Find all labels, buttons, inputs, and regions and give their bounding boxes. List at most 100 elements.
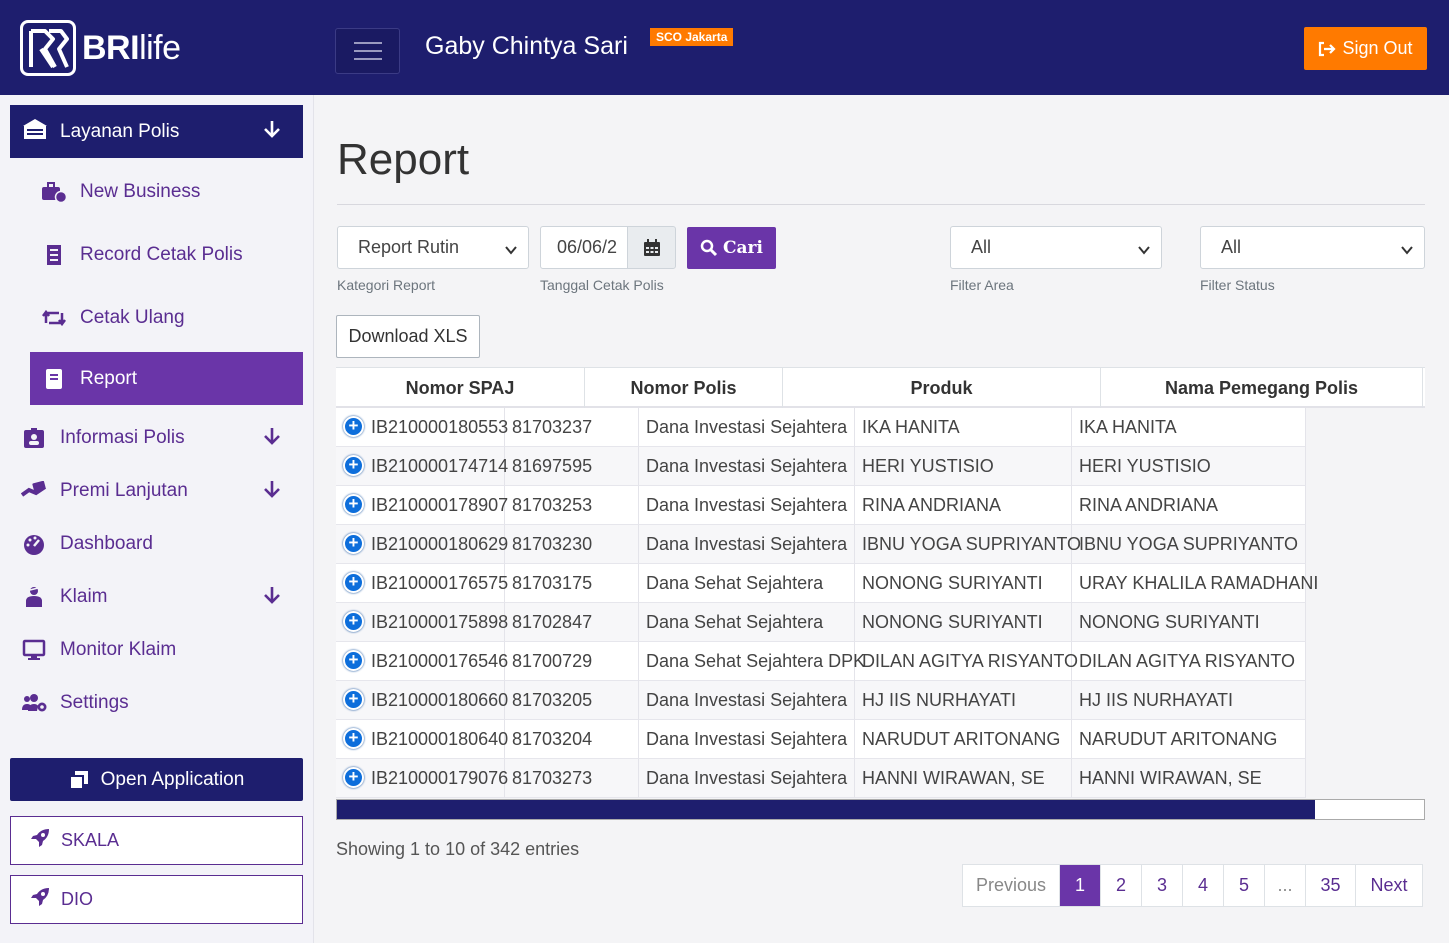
id-badge-icon [20,427,48,449]
table-cell: HJ IIS NURHAYATI [855,681,1072,720]
chevron-down-icon [504,241,518,262]
chevron-down-icon [1400,241,1414,262]
table-cell: IB210000180640 [336,720,508,759]
arrow-down-icon [263,426,281,452]
table-cell: NONONG SURIYANTI [855,603,1072,642]
table-row[interactable]: + IB210000174714 81697595 Dana Investasi Se… [336,447,1306,486]
brand-logo[interactable]: BRIlife [20,20,181,76]
table-cell: IKA HANITA [1072,408,1306,447]
sidebar-item-dashboard[interactable]: Dashboard [10,517,303,570]
table-cell: IBNU YOGA SUPRIYANTO [855,525,1081,564]
table-cell: HJ IIS NURHAYATI [1072,681,1306,720]
table-row[interactable]: + IB210000180660 81703205 Dana Investasi Se… [336,681,1306,720]
location-badge: SCO Jakarta [650,28,734,46]
column-header-nomor-polis[interactable]: Nomor Polis [585,368,783,408]
kategori-report-select[interactable]: Report Rutin [337,226,529,269]
dio-button[interactable]: DIO [10,875,303,924]
table-cell: Dana Sehat Sejahtera [639,564,855,603]
table-cell: 81703230 [505,525,639,564]
table-cell: Dana Investasi Sejahtera [639,759,855,798]
desktop-icon [20,639,48,661]
title-divider [337,204,1425,205]
table-cell: Dana Investasi Sejahtera [639,447,855,486]
page-title: Report [337,135,470,184]
sidebar-item-settings[interactable]: Settings [10,676,303,729]
chevron-down-icon [1137,241,1151,262]
skala-label: SKALA [61,830,120,850]
rocket-icon [29,827,53,854]
table-cell: Dana Investasi Sejahtera [639,681,855,720]
pagination-page[interactable]: 35 [1306,865,1356,906]
pagination-page[interactable]: 4 [1183,865,1224,906]
pagination-next[interactable]: Next [1356,865,1422,906]
table-row[interactable]: + IB210000179076 81703273 Dana Investasi Se… [336,759,1306,798]
copy-window-icon [68,770,88,790]
download-xls-button[interactable]: Download XLS [336,315,480,358]
users-cog-icon [20,693,48,713]
calendar-button[interactable] [627,226,676,269]
column-header-produk[interactable]: Produk [783,368,1101,408]
sidebar-item-label: Record Cetak Polis [80,243,243,265]
sidebar-item-monitor-klaim[interactable]: Monitor Klaim [10,623,303,676]
sign-out-label: Sign Out [1342,38,1413,58]
tanggal-cetak-hint: Tanggal Cetak Polis [540,277,664,293]
table-cell: NARUDUT ARITONANG [1072,720,1306,759]
sidebar-item-cetak-ulang[interactable]: Cetak Ulang [30,291,303,344]
scrollbar-thumb[interactable] [337,800,1316,819]
column-header-nama-pemegang-polis[interactable]: Nama Pemegang Polis [1101,368,1423,408]
open-application-button[interactable]: Open Application [10,758,303,801]
pagination-page[interactable]: 5 [1224,865,1265,906]
sidebar-item-informasi-polis[interactable]: Informasi Polis [10,411,303,464]
calendar-icon [643,238,660,256]
table-row[interactable]: + IB210000176546 81700729 Dana Sehat Sejaht… [336,642,1306,681]
filter-status-select[interactable]: All [1200,226,1425,269]
table-row[interactable]: + IB210000180553 81703237 Dana Investasi Se… [336,408,1306,447]
table-row[interactable]: + IB210000178907 81703253 Dana Investasi Se… [336,486,1306,525]
column-header-nomor-spaj[interactable]: Nomor SPAJ [336,368,585,408]
user-name: Gaby Chintya Sari [425,32,628,60]
table-cell: 81703273 [505,759,639,798]
sidebar-item-layanan-polis[interactable]: Layanan Polis [10,105,303,158]
table-cell: 81703205 [505,681,639,720]
table-cell: IB210000179076 [336,759,508,798]
hamburger-menu-button[interactable] [335,28,400,74]
sidebar-item-new-business[interactable]: New Business [30,165,303,218]
kategori-report-hint: Kategori Report [337,277,436,293]
filter-area-select[interactable]: All [950,226,1162,269]
pagination-page[interactable]: 1 [1060,865,1101,906]
cari-label: Cari [723,238,763,258]
table-cell: Dana Sehat Sejahtera DPK [639,642,865,681]
table-row[interactable]: + IB210000180640 81703204 Dana Investasi Se… [336,720,1306,759]
pagination-page[interactable]: 2 [1101,865,1142,906]
sidebar-item-report[interactable]: Report [30,352,303,405]
arrow-down-icon [263,585,281,611]
skala-button[interactable]: SKALA [10,816,303,865]
table-header: Nomor SPAJ Nomor Polis Produk Nama Pemeg… [336,367,1425,408]
brilife-logo-icon [20,20,76,76]
table-row[interactable]: + IB210000180629 81703230 Dana Investasi Se… [336,525,1306,564]
horizontal-scrollbar[interactable] [336,799,1425,820]
sidebar-item-label: Dashboard [60,532,153,554]
entries-info: Showing 1 to 10 of 342 entries [336,839,580,859]
table-row[interactable]: + IB210000175898 81702847 Dana Sehat Sejaht… [336,603,1306,642]
sign-out-icon [1319,41,1337,56]
sidebar-item-label: Premi Lanjutan [60,479,188,501]
table-cell: HANNI WIRAWAN, SE [1072,759,1306,798]
sidebar-item-record-cetak-polis[interactable]: Record Cetak Polis [30,228,303,281]
arrow-down-icon [263,119,281,145]
pagination-page[interactable]: 3 [1142,865,1183,906]
kategori-report-value: Report Rutin [358,237,460,257]
brand-name: BRIlife [82,28,181,67]
sidebar-item-klaim[interactable]: Klaim [10,570,303,623]
table-cell: NONONG SURIYANTI [1072,603,1306,642]
sidebar-item-premi-lanjutan[interactable]: Premi Lanjutan [10,464,303,517]
table-cell: DILAN AGITYA RISYANTO [855,642,1078,681]
pagination-previous[interactable]: Previous [963,865,1060,906]
table-row[interactable]: + IB210000176575 81703175 Dana Sehat Sejaht… [336,564,1318,603]
sidebar-item-label: Report [80,367,138,389]
table-cell: 81703175 [505,564,639,603]
pagination-ellipsis: ... [1265,865,1306,906]
sign-out-button[interactable]: Sign Out [1304,27,1427,70]
cari-button[interactable]: Cari [687,227,776,269]
tanggal-cetak-input[interactable]: 06/06/2 [540,226,628,269]
